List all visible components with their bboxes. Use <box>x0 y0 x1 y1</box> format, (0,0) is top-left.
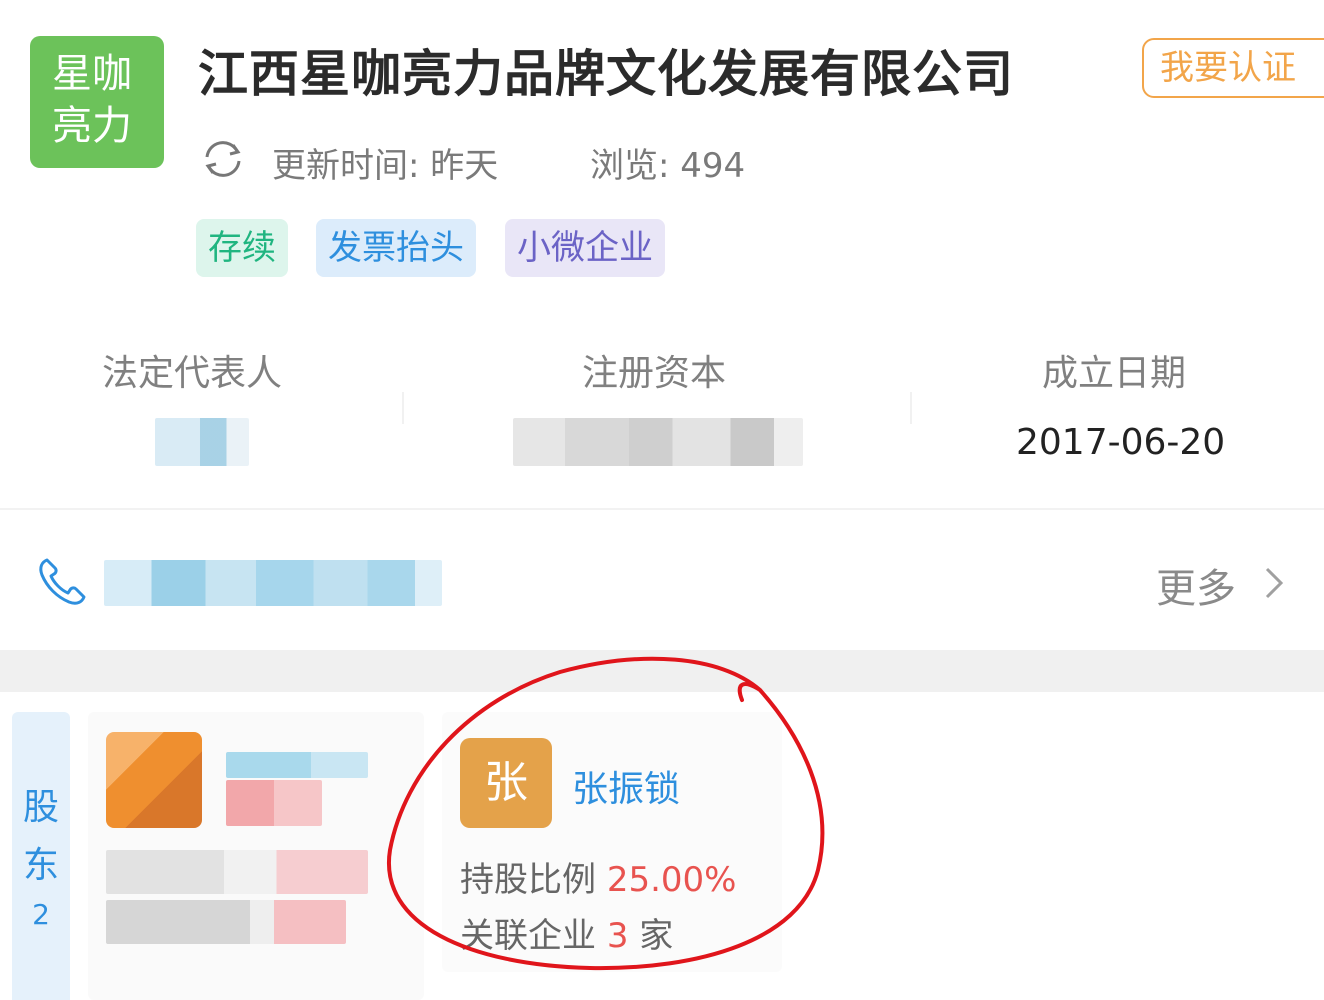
logo-line-2: 亮力 <box>52 103 132 149</box>
divider <box>0 508 1324 510</box>
avatar <box>106 732 202 828</box>
stake-value: 25.00% <box>606 860 737 900</box>
more-link[interactable]: 更多 <box>1156 556 1236 614</box>
stake-label: 持股比例 <box>460 860 596 900</box>
company-logo: 星咖 亮力 <box>30 36 164 168</box>
company-name: 江西星咖亮力品牌文化发展有限公司 <box>198 45 1014 103</box>
shareholder-detail-redacted <box>106 900 346 944</box>
view-count: 浏览: 494 <box>590 146 746 186</box>
chevron-right-icon[interactable] <box>1262 566 1286 600</box>
related-count: 3 <box>606 916 629 956</box>
shareholders-tab-char: 东 <box>22 845 59 886</box>
shareholder-name-redacted <box>226 780 322 826</box>
related-companies[interactable]: 关联企业 3 家 <box>460 908 673 957</box>
legal-rep-label: 法定代表人 <box>102 353 283 394</box>
founded-date: 2017-06-20 <box>1016 422 1226 463</box>
shareholder-name-redacted <box>226 752 368 778</box>
certify-button[interactable]: 我要认证 <box>1142 38 1324 98</box>
related-unit: 家 <box>639 916 674 956</box>
refresh-icon <box>205 141 241 177</box>
shareholders-count: 2 <box>32 898 50 931</box>
invoice-tag[interactable]: 发票抬头 <box>316 219 476 277</box>
phone-number-redacted[interactable] <box>104 560 442 606</box>
shareholders-tab[interactable]: 股 东 2 <box>12 712 70 1000</box>
founded-label: 成立日期 <box>1042 353 1187 394</box>
divider <box>910 392 912 424</box>
reg-capital-value-redacted <box>513 418 803 466</box>
reg-capital-label: 注册资本 <box>582 353 727 394</box>
status-tag[interactable]: 存续 <box>196 219 288 277</box>
shareholder-name[interactable]: 张振锁 <box>572 760 680 812</box>
logo-line-1: 星咖 <box>52 51 132 97</box>
phone-icon[interactable] <box>36 556 88 608</box>
company-size-tag[interactable]: 小微企业 <box>505 219 665 277</box>
section-separator <box>0 650 1324 692</box>
avatar: 张 <box>460 738 552 828</box>
legal-rep-value-redacted[interactable] <box>155 418 249 466</box>
shareholders-tab-char: 股 <box>22 787 59 828</box>
stake-ratio: 持股比例 25.00% <box>460 852 736 901</box>
update-time: 更新时间: 昨天 <box>272 146 499 186</box>
related-label: 关联企业 <box>460 916 596 956</box>
shareholder-detail-redacted <box>106 850 368 894</box>
divider <box>402 392 404 424</box>
